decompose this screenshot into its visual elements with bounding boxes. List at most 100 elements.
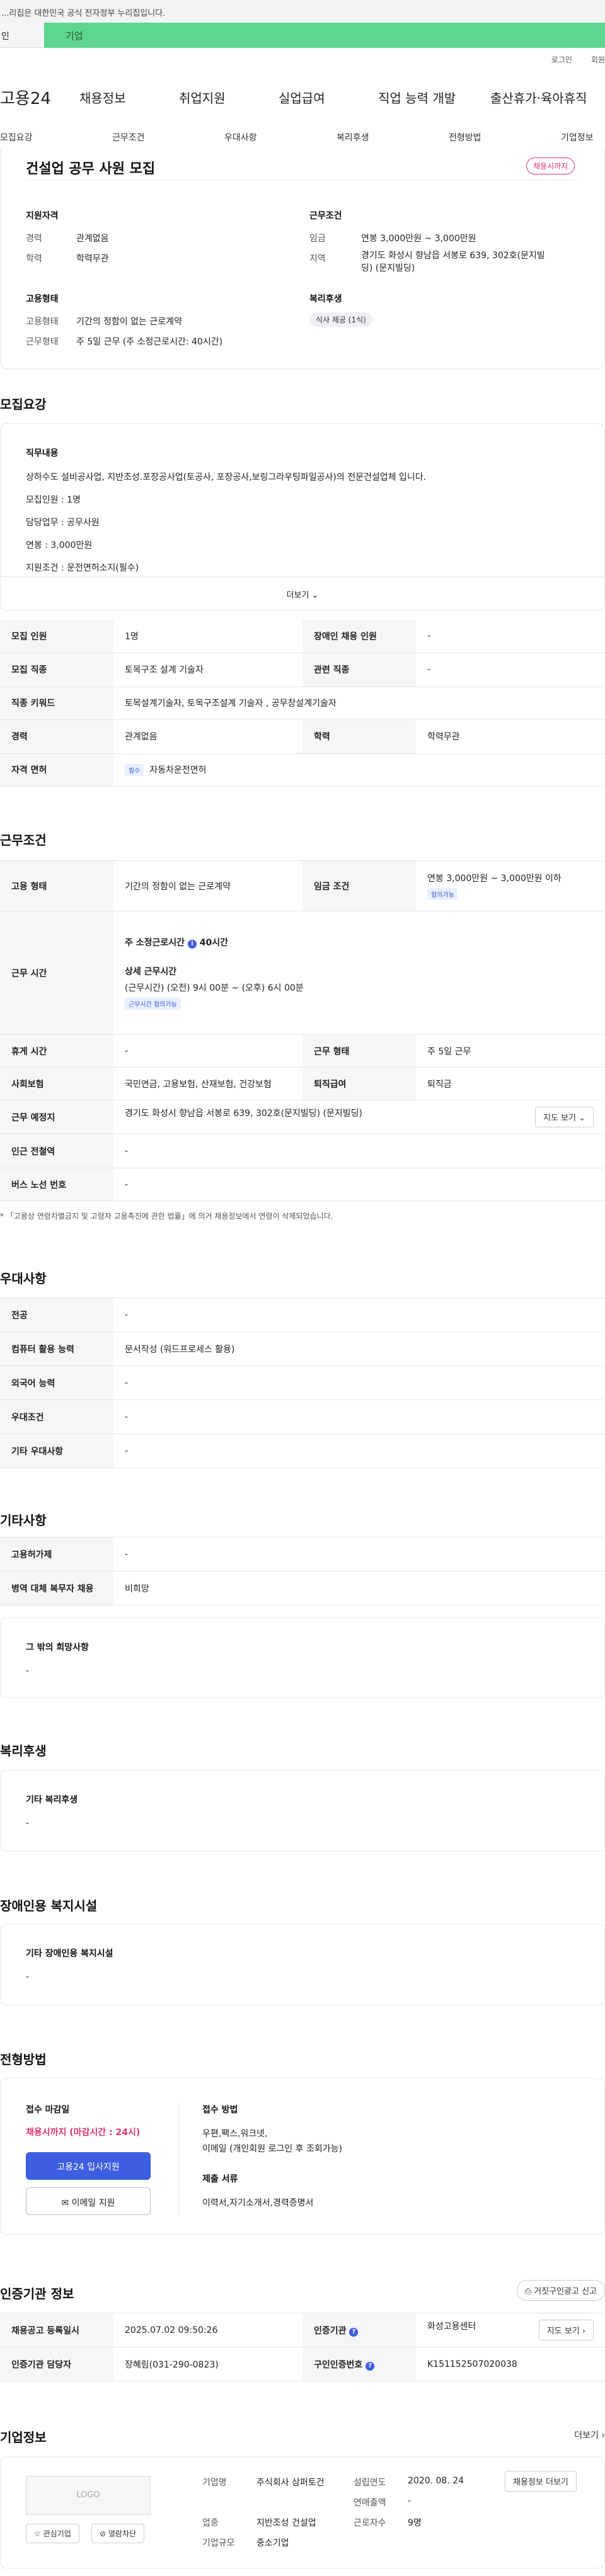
cert-table: 채용공고 등록일시 2025.07.02 09:50:26 인증기관 ? 화성고용센터… (0, 2313, 605, 2381)
cell-value: 토목설계기술자, 토목구조설계 기술자 , 공무창설계기술자 (113, 687, 605, 720)
org-map-button[interactable]: 지도 보기 › (538, 2320, 594, 2340)
map-toggle-button[interactable]: 지도 보기 ⌄ (535, 1107, 594, 1127)
tab-company[interactable]: 기업 (44, 23, 605, 48)
wish-card: 그 밖의 희망사항 - (0, 1617, 605, 1698)
lnb-recruit[interactable]: 모집요강 (0, 131, 33, 144)
method-title: 접수 방법 (202, 2105, 238, 2115)
info-icon[interactable]: i (187, 940, 197, 949)
cell-label: 근무 예정지 (0, 1100, 113, 1134)
age-note: * 「고용상 연령차별금지 및 고령자 고용촉진에 관한 법률」에 의거 채용정… (0, 1212, 333, 1221)
cell-label: 인증기관 담당자 (0, 2347, 113, 2381)
gnb-item-employment-support[interactable]: 취업지원 (179, 88, 226, 106)
welfare-card: 기타 복리후생 - (0, 1770, 605, 1852)
report-icon: ⎙ (524, 2287, 534, 2296)
lnb-welfare[interactable]: 복리후생 (337, 131, 369, 144)
cell-value: - (113, 1433, 605, 1468)
status-badge: 채용시까지 (526, 157, 575, 174)
disab-card: 기타 장애인용 복지시설 - (0, 1923, 605, 2005)
site-logo[interactable]: 고용24 (0, 86, 51, 109)
disab-heading: 장애인용 복지시설 (0, 1898, 98, 1913)
gnb-item-training[interactable]: 직업 능력 개발 (378, 88, 456, 106)
lnb-work[interactable]: 근무조건 (112, 131, 145, 144)
wish-value: - (26, 1666, 30, 1676)
pay-text: 연봉 3,000만원 ~ 3,000만원 이하 (427, 874, 562, 884)
cell-label: 근무 시간 (0, 911, 113, 1035)
loc-label: 지역 (309, 254, 326, 264)
login-link[interactable]: 로그인 (551, 55, 572, 64)
info-icon[interactable]: ? (366, 2361, 375, 2371)
cell-value: 비희망 (113, 1571, 605, 1605)
more-label: 더보기 ⌄ (286, 591, 319, 600)
industry-value: 지반조성 건설업 (256, 2518, 316, 2528)
utility-links: 로그인 회원 (533, 54, 605, 65)
org-value: 화성고용센터 (427, 2322, 476, 2332)
cell-value: - (113, 1168, 605, 1201)
welfare-title: 복리후생 (309, 294, 342, 304)
company-jobs-button[interactable]: 채용정보 더보기 (505, 2471, 577, 2492)
email-button-label: 이메일 지원 (71, 2198, 115, 2208)
exp-label: 경력 (26, 234, 42, 244)
block-button[interactable]: ⊘ 열람차단 (91, 2524, 145, 2543)
lnb-pref[interactable]: 우대사항 (224, 131, 257, 144)
tab-individual[interactable]: 인 (0, 23, 44, 48)
cell-label: 휴게 시간 (0, 1034, 113, 1068)
more-button[interactable]: 더보기 ⌄ (1, 576, 604, 610)
cell-value: 2025.07.02 09:50:26 (113, 2313, 302, 2347)
cell-value: 연봉 3,000만원 ~ 3,000만원 이하 협의가능 (416, 860, 605, 911)
apply-button[interactable]: 고용24 입사지원 (26, 2152, 151, 2180)
mail-icon: ✉ (61, 2198, 69, 2208)
est-value: 2020. 08. 24 (408, 2476, 464, 2486)
cell-label: 직종 키워드 (0, 687, 113, 720)
wish-title: 그 밖의 희망사항 (26, 1643, 89, 1653)
divider (26, 180, 580, 181)
sales-value: - (408, 2496, 412, 2506)
lnb-company[interactable]: 기업정보 (561, 131, 594, 144)
docs-title: 제출 서류 (202, 2174, 238, 2184)
cell-value: 장혜림(031-290-0823) (113, 2347, 302, 2381)
favorite-button[interactable]: ☆ 관심기업 (26, 2524, 79, 2543)
cell-label: 경력 (0, 719, 113, 754)
cell-value: - (416, 620, 605, 653)
company-more-link[interactable]: 더보기 › (574, 2429, 605, 2441)
company-heading: 기업정보 (0, 2430, 47, 2445)
proc-heading: 전형방법 (0, 2052, 47, 2067)
cell-label: 장애인 채용 인원 (302, 620, 416, 653)
cell-label: 자격 면허 (0, 753, 113, 787)
cell-label: 사회보험 (0, 1067, 113, 1100)
duty-line-3: 담당업무 : 공무사원 (26, 518, 100, 528)
company-card: LOGO ☆ 관심기업 ⊘ 열람차단 기업명 주식회사 삼퍼토건 업종 지반조성… (0, 2456, 605, 2568)
join-link[interactable]: 회원 (591, 55, 605, 64)
email-apply-button[interactable]: ✉ 이메일 지원 (26, 2187, 151, 2215)
gnb-item-jobs[interactable]: 채용정보 (79, 88, 126, 106)
gnb-item-unemployment[interactable]: 실업급여 (279, 88, 325, 106)
pref-heading: 우대사항 (0, 1271, 47, 1286)
company-name-label: 기업명 (202, 2478, 227, 2488)
cell-value: 주 소정근로시간 i 40시간 상세 근무시간 (근무시간) (오전) 9시 0… (113, 911, 605, 1035)
cell-label: 채용공고 등록일시 (0, 2313, 113, 2347)
summary-card: 건설업 공무 사원 모집 채용시까지 지원자격 경력 관계없음 학력 학력무관 … (0, 149, 605, 369)
work-heading: 근무조건 (0, 833, 47, 848)
lnb-process[interactable]: 전형방법 (449, 131, 481, 144)
report-button[interactable]: ⎙ 거짓구인광고 신고 (516, 2280, 605, 2301)
info-icon[interactable]: ? (349, 2327, 359, 2337)
cell-label: 구인인증번호 ? (302, 2347, 416, 2381)
cell-label: 버스 노선 번호 (0, 1168, 113, 1201)
gov-notice-text: ...리집은 대한민국 공식 전자정부 누리집입니다. (1, 9, 166, 18)
global-nav: 고용24 채용정보 취업지원 실업급여 직업 능력 개발 출산휴가·육아휴직 (0, 82, 605, 115)
cell-value: 주 5일 근무 (416, 1034, 605, 1068)
time-detail-title: 상세 근무시간 (125, 967, 177, 977)
no-label: 구인인증번호 (314, 2359, 363, 2370)
loc-value: 경기도 화성시 향남읍 서봉로 639, 302호(문지빌딩) (문지빌딩) (361, 251, 545, 273)
emp-type-label: 고용형태 (26, 317, 59, 327)
gnb-item-leave[interactable]: 출산휴가·육아휴직 (490, 88, 587, 106)
cell-label: 인증기관 ? (302, 2313, 416, 2347)
apply-button-label: 고용24 입사지원 (57, 2162, 120, 2172)
welfare-box-value: - (26, 1818, 30, 1828)
sales-label: 연매출액 (354, 2498, 386, 2508)
cert-heading: 인증기관 정보 (0, 2286, 74, 2301)
cell-value: 1명 (113, 620, 302, 653)
divider (178, 2102, 179, 2216)
org-label: 인증기관 (314, 2325, 347, 2336)
tab-individual-label: 인 (1, 31, 9, 42)
pref-table: 전공 - 컴퓨터 활용 능력 문서작성 (워드프로세스 활용) 외국어 능력 - 우대… (0, 1297, 605, 1468)
